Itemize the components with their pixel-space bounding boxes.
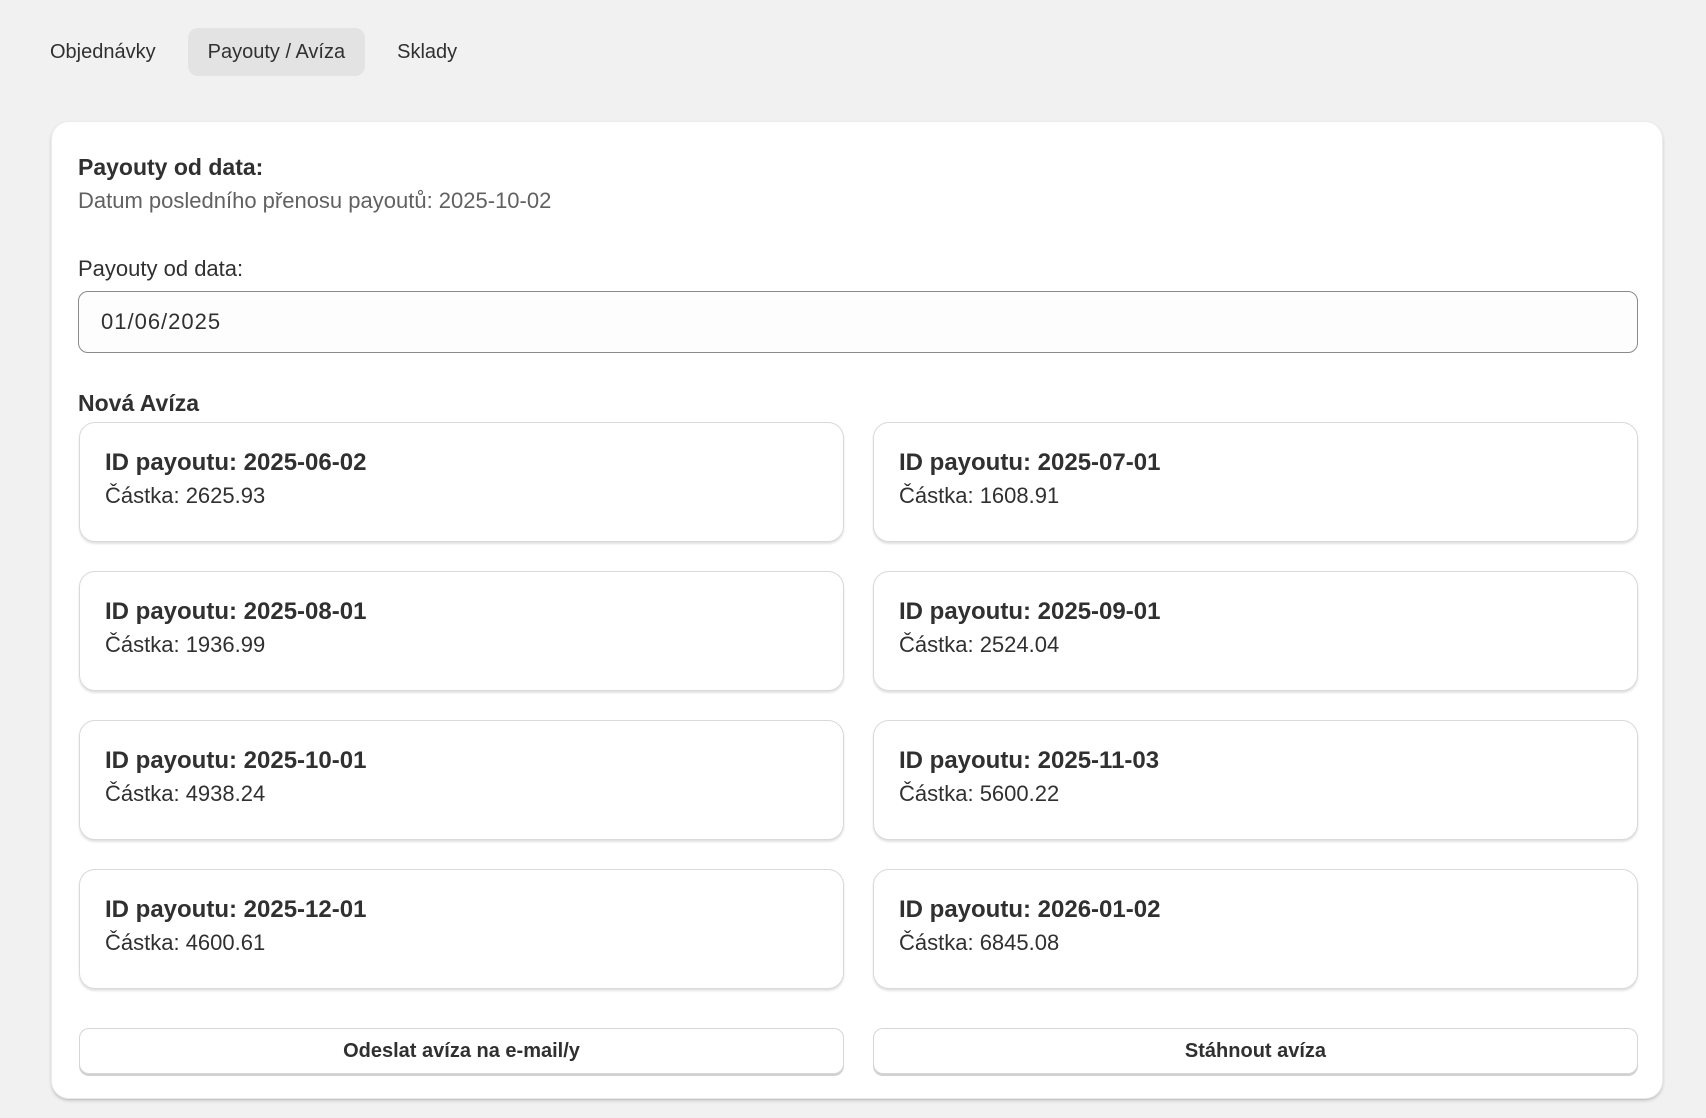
payout-amount: Částka: 2524.04 — [899, 632, 1060, 657]
payout-amount: Částka: 6845.08 — [899, 930, 1060, 955]
send-notices-email-button[interactable]: Odeslat avíza na e-mail/y — [79, 1028, 844, 1074]
tab-payouty-aviza[interactable]: Payouty / Avíza — [187, 28, 366, 76]
payout-card: ID payoutu: 2026-01-02 Částka: 6845.08 — [873, 869, 1638, 989]
payout-grid: ID payoutu: 2025-06-02 Částka: 2625.93 I… — [79, 422, 1638, 989]
payout-amount: Částka: 1608.91 — [899, 483, 1060, 508]
payout-card: ID payoutu: 2025-06-02 Částka: 2625.93 — [79, 422, 844, 542]
payout-id: ID payoutu: 2025-06-02 — [105, 449, 367, 476]
payout-card: ID payoutu: 2025-10-01 Částka: 4938.24 — [79, 720, 844, 840]
payout-amount: Částka: 4600.61 — [105, 930, 266, 955]
download-notices-button[interactable]: Stáhnout avíza — [873, 1028, 1638, 1074]
action-bar: Odeslat avíza na e-mail/y Stáhnout avíza — [79, 1028, 1638, 1074]
payouts-card: Payouty od data: Datum posledního přenos… — [51, 121, 1663, 1099]
payout-id: ID payoutu: 2025-07-01 — [899, 449, 1161, 476]
payout-amount: Částka: 1936.99 — [105, 632, 266, 657]
new-notices-title: Nová Avíza — [78, 390, 200, 416]
payout-card: ID payoutu: 2025-09-01 Částka: 2524.04 — [873, 571, 1638, 691]
payout-id: ID payoutu: 2025-11-03 — [899, 747, 1160, 774]
payout-amount: Částka: 4938.24 — [105, 781, 266, 806]
date-field-label: Payouty od data: — [78, 256, 244, 281]
payout-amount: Částka: 5600.22 — [899, 781, 1060, 806]
payout-amount: Částka: 2625.93 — [105, 483, 266, 508]
payout-card: ID payoutu: 2025-12-01 Částka: 4600.61 — [79, 869, 844, 989]
payout-card: ID payoutu: 2025-07-01 Částka: 1608.91 — [873, 422, 1638, 542]
payout-id: ID payoutu: 2025-10-01 — [105, 747, 367, 774]
tab-sklady[interactable]: Sklady — [377, 28, 477, 76]
payout-card: ID payoutu: 2025-08-01 Částka: 1936.99 — [79, 571, 844, 691]
top-tabs: Objednávky Payouty / Avíza Sklady — [30, 28, 477, 76]
payout-card: ID payoutu: 2025-11-03 Částka: 5600.22 — [873, 720, 1638, 840]
section-title: Payouty od data: — [78, 154, 264, 180]
payout-id: ID payoutu: 2025-12-01 — [105, 896, 367, 923]
last-transfer-date: Datum posledního přenosu payoutů: 2025-1… — [78, 188, 552, 213]
tab-objednavky[interactable]: Objednávky — [30, 28, 176, 76]
date-from-input[interactable] — [78, 291, 1638, 353]
payout-id: ID payoutu: 2025-09-01 — [899, 598, 1161, 625]
payout-id: ID payoutu: 2026-01-02 — [899, 896, 1161, 923]
payout-id: ID payoutu: 2025-08-01 — [105, 598, 367, 625]
